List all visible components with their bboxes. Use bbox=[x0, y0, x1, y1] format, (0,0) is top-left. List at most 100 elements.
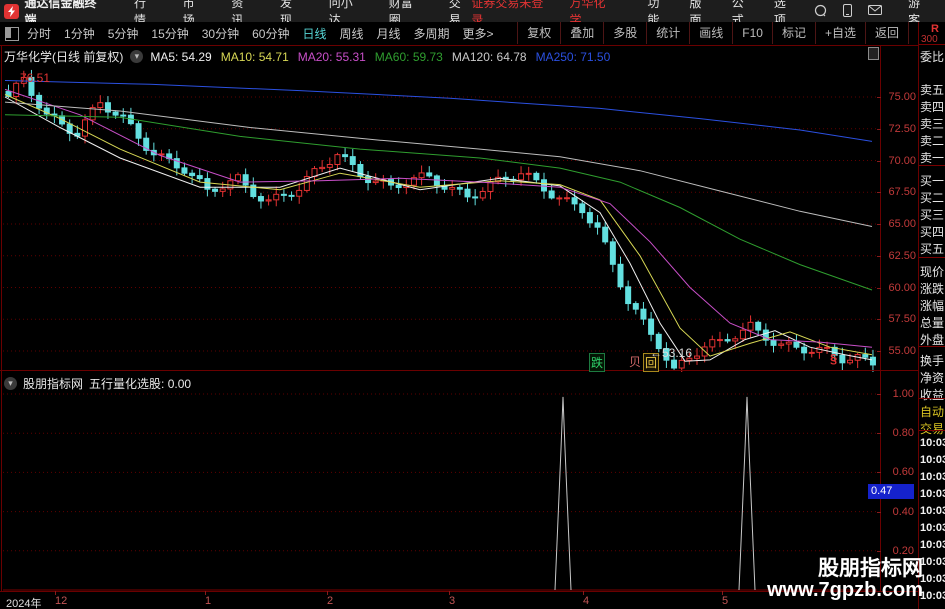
price-axis-label: 65.00 bbox=[888, 218, 916, 230]
price-axis-label: 55.00 bbox=[888, 345, 916, 357]
date-axis-label: 2024年 bbox=[6, 598, 42, 609]
toolbar-button-复权[interactable]: 复权 bbox=[517, 22, 560, 44]
sidebar-row-委比: 委比 bbox=[920, 50, 945, 64]
date-axis-label: 1 bbox=[205, 595, 212, 607]
candlestick-chart[interactable] bbox=[0, 45, 880, 372]
indicator-axis-label: 1.00 bbox=[892, 388, 914, 400]
price-axis-label: 60.00 bbox=[888, 281, 916, 294]
chevron-down-icon[interactable]: ▾ bbox=[130, 50, 144, 63]
period-tab-5分钟[interactable]: 5分钟 bbox=[108, 25, 139, 42]
sidebar-row-卖一: 卖一 bbox=[920, 151, 945, 165]
window-split-icon[interactable] bbox=[5, 26, 19, 41]
sidebar-separator bbox=[919, 430, 945, 431]
mobile-icon[interactable] bbox=[843, 3, 853, 19]
sidebar-row-买五: 买五 bbox=[920, 242, 945, 256]
period-tab-15分钟[interactable]: 15分钟 bbox=[151, 25, 188, 42]
period-tab-月线[interactable]: 月线 bbox=[377, 25, 401, 42]
indicator-chevron-icon[interactable]: ▾ bbox=[4, 377, 17, 390]
watermark-site-name: 股朋指标网 bbox=[818, 556, 923, 580]
sidebar-separator bbox=[919, 165, 945, 166]
low-price-marker: ←53.16 bbox=[650, 346, 693, 360]
price-axis-tick bbox=[877, 192, 881, 194]
date-axis-tick bbox=[327, 591, 328, 595]
sidebar-auto-trade[interactable]: 自动 bbox=[920, 403, 944, 420]
price-axis-tick bbox=[877, 224, 881, 225]
period-tab-30分钟[interactable]: 30分钟 bbox=[202, 25, 239, 42]
sidebar-trade-time: 10:03 bbox=[920, 573, 945, 585]
toolbar-button-多股[interactable]: 多股 bbox=[603, 22, 646, 44]
sidebar-row-净资: 净资 bbox=[920, 371, 945, 385]
watermark-url: www.7gpzb.com bbox=[767, 579, 923, 601]
price-axis-label: 67.50 bbox=[888, 186, 916, 199]
sidebar-trade-time: 10:03 bbox=[920, 505, 945, 517]
indicator-chart[interactable] bbox=[0, 390, 880, 592]
sidebar-row-现价: 现价 bbox=[920, 265, 945, 279]
sidebar-row-涨幅: 涨幅 bbox=[920, 299, 945, 313]
toolbar-button-返回[interactable]: 返回 bbox=[864, 22, 909, 44]
chart-title: 万华化学(日线 前复权) bbox=[4, 50, 124, 64]
sidebar-row-收益: 收益 bbox=[920, 388, 945, 402]
period-tab-分时[interactable]: 分时 bbox=[27, 25, 51, 42]
chart-header: 万华化学(日线 前复权) ▾ MA5: 54.29 MA10: 54.71 MA20… bbox=[4, 48, 610, 65]
toolbar-button-叠加[interactable]: 叠加 bbox=[560, 22, 603, 44]
ma-label-MA60: MA60: 59.73 bbox=[374, 49, 443, 64]
sidebar-row-卖四: 卖四 bbox=[920, 100, 945, 114]
sidebar-trade-time: 10:03 bbox=[920, 471, 945, 483]
price-axis-tick bbox=[877, 128, 881, 130]
indicator-axis-tick bbox=[877, 433, 881, 435]
date-axis-tick bbox=[722, 591, 723, 595]
price-axis-tick bbox=[877, 255, 881, 257]
ma-label-MA20: MA20: 55.31 bbox=[297, 49, 366, 64]
indicator-axis-label: 0.80 bbox=[892, 427, 914, 440]
sidebar-separator bbox=[919, 44, 945, 45]
sidebar-separator bbox=[919, 257, 945, 258]
toolbar-button-F10[interactable]: F10 bbox=[732, 22, 772, 44]
price-axis-tick bbox=[877, 160, 881, 162]
customer-service-icon[interactable] bbox=[814, 4, 827, 19]
indicator-axis-label: 0.20 bbox=[892, 544, 914, 557]
ma-label-MA120: MA120: 64.78 bbox=[451, 49, 527, 64]
indicator-axis-label: 0.40 bbox=[892, 505, 914, 518]
price-axis-tick bbox=[877, 319, 881, 321]
toolbar-button-标记[interactable]: 标记 bbox=[771, 22, 815, 44]
sidebar-row-换手: 换手 bbox=[920, 354, 945, 368]
sidebar-row-卖五: 卖五 bbox=[920, 83, 945, 97]
indicator-current-value-box: 0.47 bbox=[868, 484, 914, 499]
period-tab-周线[interactable]: 周线 bbox=[339, 25, 363, 42]
price-axis-label: 75.00 bbox=[888, 91, 916, 103]
toolbar-button-画线[interactable]: 画线 bbox=[689, 22, 732, 44]
toolbar-button-+自选[interactable]: +自选 bbox=[814, 22, 865, 44]
price-axis-tick bbox=[877, 97, 881, 98]
chart-left-border bbox=[1, 45, 2, 592]
money-marker: § bbox=[830, 351, 838, 366]
sidebar-trade-time: 10:03 bbox=[920, 539, 945, 551]
date-axis-tick bbox=[205, 591, 206, 595]
ma-label-MA5: MA5: 54.29 bbox=[150, 49, 212, 64]
period-tabs: 分时 1分钟 5分钟 15分钟 30分钟 60分钟 日线 周线 月线 多周期 更多> bbox=[27, 25, 494, 42]
sidebar-row-卖二: 卖二 bbox=[920, 134, 945, 148]
indicator-axis-label: 0.60 bbox=[892, 466, 914, 479]
app-logo-icon[interactable] bbox=[4, 3, 19, 19]
sidebar-trade-time: 10:03 bbox=[920, 454, 945, 466]
period-tab-多周期[interactable]: 多周期 bbox=[414, 25, 450, 42]
ma-label-MA250: MA250: 71.50 bbox=[535, 49, 611, 64]
fall-signal-badge[interactable]: 跌 bbox=[589, 353, 606, 372]
period-tab-更多>[interactable]: 更多> bbox=[463, 25, 494, 42]
toolbar-buttons: 复权 叠加 多股 统计 画线 F10 标记 +自选 返回 bbox=[517, 22, 909, 44]
pane-toggle-icon[interactable] bbox=[868, 47, 879, 60]
indicator-name: 五行量化选股: bbox=[89, 377, 165, 391]
price-axis-tick bbox=[877, 351, 881, 352]
sidebar-trade-time: 10:03 bbox=[920, 488, 945, 500]
date-axis-label: 5 bbox=[722, 595, 729, 607]
toolbar-button-统计[interactable]: 统计 bbox=[646, 22, 689, 44]
tdx-terminal-window: 通达信金融终端 行情 市场 资讯 发现 问小达 财富圈 交易 证券交易未登录 万华化学 功能… bbox=[0, 0, 945, 609]
period-tab-1分钟[interactable]: 1分钟 bbox=[64, 25, 95, 42]
menu-bar: 通达信金融终端 行情 市场 资讯 发现 问小达 财富圈 交易 证券交易未登录 万华化学 功能… bbox=[0, 0, 945, 27]
period-tab-日线[interactable]: 日线 bbox=[302, 25, 326, 42]
mail-icon[interactable] bbox=[868, 5, 883, 17]
price-axis-tick bbox=[877, 287, 881, 289]
quote-sidebar: 委比 卖五 卖四 卖三 卖二 卖一 买一 买二 买三 买四 买五 现价 涨跌 涨幅 总量 外盘 换手 净资 收益 自动… bbox=[919, 44, 945, 609]
sidebar-row-买三: 买三 bbox=[920, 208, 945, 222]
period-tab-60分钟[interactable]: 60分钟 bbox=[252, 25, 289, 42]
sidebar-auto-trade[interactable]: 交易 bbox=[920, 420, 944, 437]
